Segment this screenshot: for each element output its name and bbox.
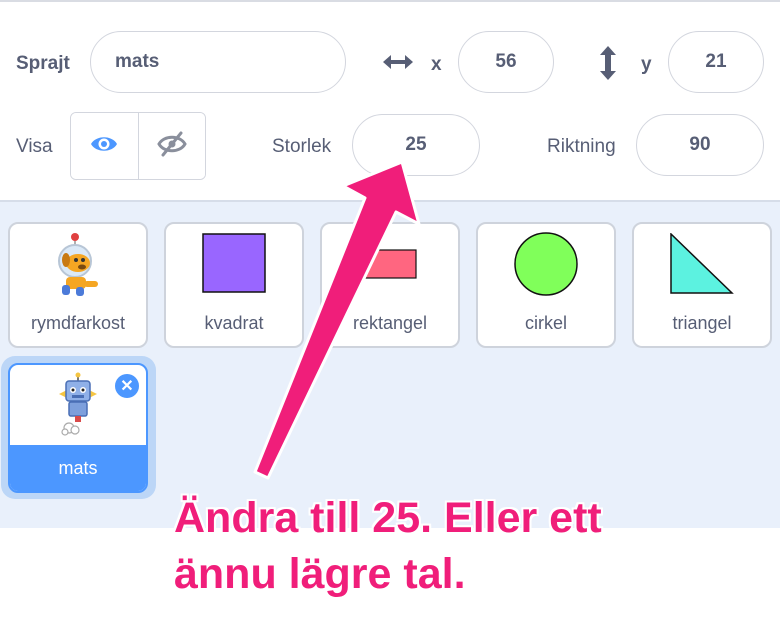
square-icon [201, 232, 267, 300]
sprite-tile-kvadrat[interactable]: kvadrat [164, 222, 304, 348]
eye-icon [89, 133, 119, 160]
size-label: Storlek [272, 136, 332, 157]
sprite-tile-rymdfarkost[interactable]: rymdfarkost [8, 222, 148, 348]
horizontal-arrows-icon [381, 51, 415, 78]
robot-icon [53, 372, 103, 443]
sprite-tile-label: mats [10, 445, 146, 491]
close-icon: ✕ [120, 378, 134, 395]
triangle-icon [669, 231, 735, 300]
astronaut-dog-icon [48, 229, 108, 304]
vertical-arrows-icon [597, 45, 619, 86]
sprite-name-input[interactable]: mats [90, 31, 346, 93]
hide-sprite-button[interactable] [138, 113, 205, 179]
direction-input[interactable]: 90 [636, 114, 764, 176]
sprite-tile-label: triangel [672, 313, 732, 333]
annotation-line-2: ännu lägre tal. [174, 550, 466, 598]
show-label: Visa [16, 136, 53, 157]
circle-icon [513, 231, 579, 302]
eye-slash-icon [157, 131, 187, 162]
visibility-toggle-group [70, 112, 206, 180]
sprite-tile-triangel[interactable]: triangel [632, 222, 772, 348]
y-label: y [641, 54, 652, 75]
sprite-info-panel: Sprajt mats x 56 y 21 Visa Storlek 25 Ri… [0, 0, 780, 200]
sprite-tile-label: rektangel [352, 313, 428, 333]
sprite-tile-label: rymdfarkost [30, 313, 126, 333]
sprite-tile-cirkel[interactable]: cirkel [476, 222, 616, 348]
direction-label: Riktning [547, 136, 616, 157]
sprite-label: Sprajt [16, 53, 70, 74]
delete-sprite-button[interactable]: ✕ [113, 372, 141, 400]
annotation-text: Ändra till 25. Eller ett ännu lägre tal. [174, 490, 774, 602]
annotation-line-1: Ändra till 25. Eller ett [174, 494, 602, 542]
show-sprite-button[interactable] [71, 113, 139, 179]
y-position-input[interactable]: 21 [668, 31, 764, 93]
sprite-tile-label: cirkel [524, 313, 567, 333]
x-position-input[interactable]: 56 [458, 31, 554, 93]
sprite-tile-rektangel[interactable]: rektangel [320, 222, 460, 348]
sprite-tile-label: kvadrat [204, 313, 264, 333]
size-input[interactable]: 25 [352, 114, 480, 176]
x-label: x [431, 54, 442, 75]
rectangle-icon [360, 246, 420, 287]
